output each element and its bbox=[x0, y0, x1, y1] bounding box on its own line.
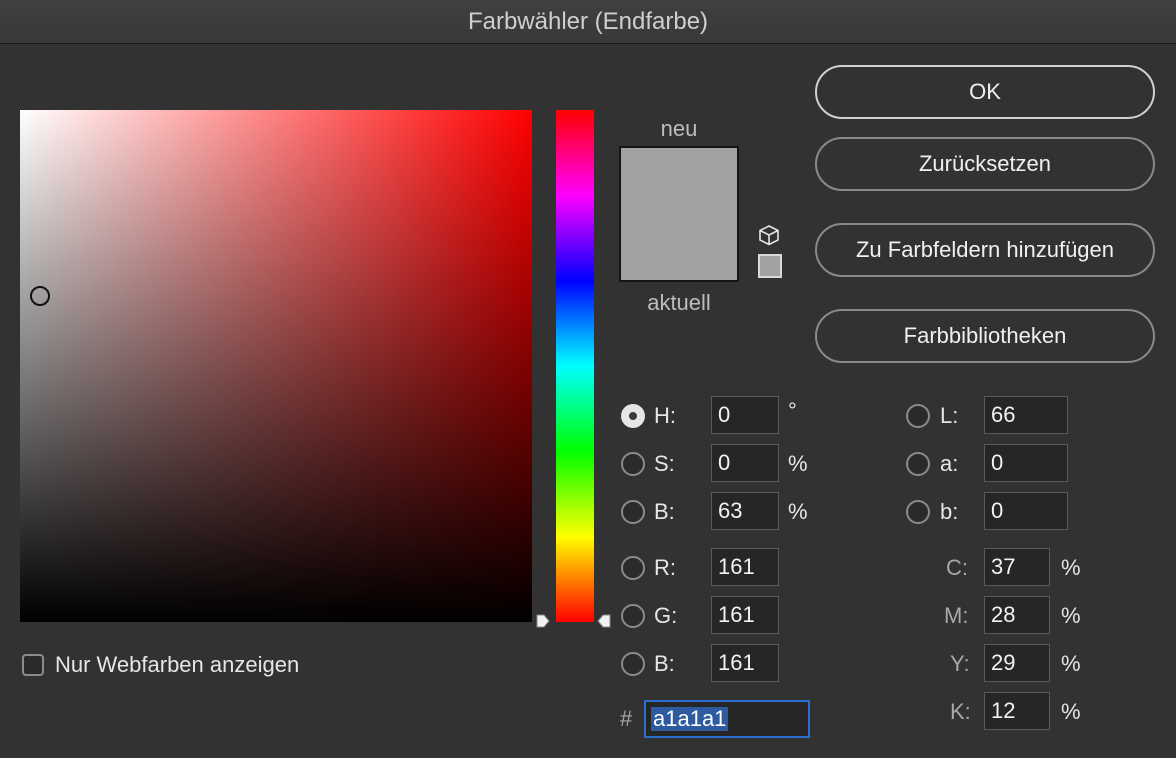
label-y: Y: bbox=[950, 651, 970, 676]
radio-g[interactable] bbox=[621, 604, 645, 628]
radio-s[interactable] bbox=[621, 452, 645, 476]
ok-button[interactable]: OK bbox=[815, 65, 1155, 119]
radio-blue[interactable] bbox=[621, 652, 645, 676]
hex-label: # bbox=[620, 706, 633, 731]
input-a[interactable]: 0 bbox=[984, 444, 1068, 482]
websafe-swatch-icon[interactable] bbox=[758, 254, 782, 278]
input-c[interactable]: 37 bbox=[984, 548, 1050, 586]
radio-lab-b[interactable] bbox=[906, 500, 930, 524]
input-g[interactable]: 161 bbox=[711, 596, 779, 634]
input-y[interactable]: 29 bbox=[984, 644, 1050, 682]
input-h[interactable]: 0 bbox=[711, 396, 779, 434]
label-h: H: bbox=[654, 403, 676, 428]
reset-button[interactable]: Zurücksetzen bbox=[815, 137, 1155, 191]
radio-b[interactable] bbox=[621, 500, 645, 524]
new-color-swatch bbox=[621, 148, 737, 214]
new-color-label: neu bbox=[660, 116, 698, 141]
label-s: S: bbox=[654, 451, 675, 476]
label-a: a: bbox=[940, 451, 959, 476]
input-lab-b[interactable]: 0 bbox=[984, 492, 1068, 530]
unit-m: % bbox=[1061, 603, 1081, 628]
label-blue: B: bbox=[654, 651, 675, 676]
add-to-swatches-button[interactable]: Zu Farbfeldern hinzufügen bbox=[815, 223, 1155, 277]
web-colors-checkbox[interactable] bbox=[22, 654, 44, 676]
label-c: C: bbox=[946, 555, 968, 580]
unit-y: % bbox=[1061, 651, 1081, 676]
unit-k: % bbox=[1061, 699, 1081, 724]
color-libraries-button[interactable]: Farbbibliotheken bbox=[815, 309, 1155, 363]
web-colors-label: Nur Webfarben anzeigen bbox=[55, 652, 300, 677]
unit-s: % bbox=[788, 451, 808, 476]
field-cursor[interactable] bbox=[30, 286, 50, 306]
current-color-swatch[interactable] bbox=[621, 214, 737, 280]
label-l: L: bbox=[940, 403, 959, 428]
saturation-brightness-field[interactable] bbox=[20, 110, 532, 622]
radio-h[interactable] bbox=[621, 404, 645, 428]
hex-input[interactable]: a1a1a1 bbox=[644, 700, 810, 738]
radio-l[interactable] bbox=[906, 404, 930, 428]
input-m[interactable]: 28 bbox=[984, 596, 1050, 634]
hue-slider[interactable] bbox=[556, 110, 594, 622]
label-r: R: bbox=[654, 555, 676, 580]
input-r[interactable]: 161 bbox=[711, 548, 779, 586]
input-s[interactable]: 0 bbox=[711, 444, 779, 482]
hex-value: a1a1a1 bbox=[651, 706, 729, 731]
input-k[interactable]: 12 bbox=[984, 692, 1050, 730]
label-k: K: bbox=[950, 699, 971, 724]
label-lab-b: b: bbox=[940, 499, 959, 524]
input-blue[interactable]: 161 bbox=[711, 644, 779, 682]
input-b[interactable]: 63 bbox=[711, 492, 779, 530]
cube-icon[interactable] bbox=[758, 224, 780, 246]
window-title: Farbwähler (Endfarbe) bbox=[0, 0, 1176, 44]
input-l[interactable]: 66 bbox=[984, 396, 1068, 434]
color-preview bbox=[619, 146, 739, 282]
label-m: M: bbox=[944, 603, 969, 628]
unit-c: % bbox=[1061, 555, 1081, 580]
current-color-label: aktuell bbox=[647, 290, 711, 315]
unit-b: % bbox=[788, 499, 808, 524]
hue-slider-left-arrow-icon[interactable] bbox=[536, 614, 550, 628]
label-g: G: bbox=[654, 603, 678, 628]
radio-r[interactable] bbox=[621, 556, 645, 580]
radio-a[interactable] bbox=[906, 452, 930, 476]
label-b: B: bbox=[654, 499, 675, 524]
hue-slider-right-arrow-icon[interactable] bbox=[597, 614, 611, 628]
unit-h: ° bbox=[788, 398, 797, 423]
